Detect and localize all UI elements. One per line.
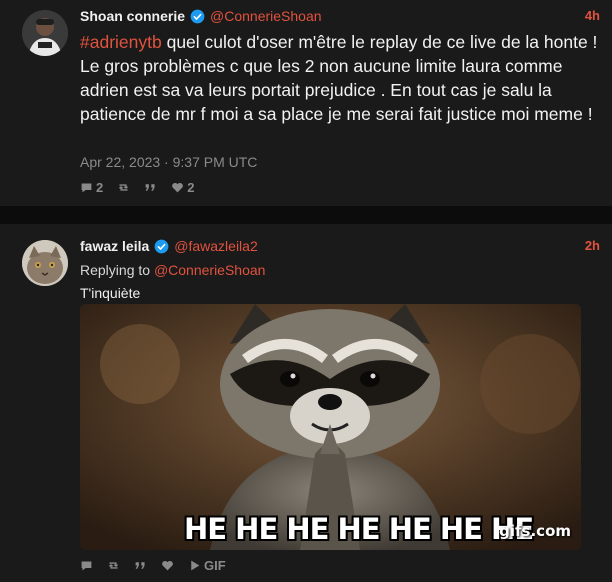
gif-label: GIF	[204, 558, 226, 573]
replying-label: Replying to	[80, 262, 151, 278]
tweet-text: T'inquiète	[80, 285, 141, 301]
gif-media[interactable]: HE HE HE HE HE HE HE gifs.com	[80, 304, 581, 550]
verified-badge-icon	[190, 9, 205, 23]
tweet-header: Shoan connerie @ConnerieShoan	[80, 8, 322, 24]
retweet-button[interactable]	[107, 559, 120, 572]
retweet-icon	[108, 562, 119, 569]
tweet-header: fawaz leila @fawazleila2	[80, 238, 258, 254]
tweet-1: Shoan connerie @ConnerieShoan 4h #adrien…	[0, 0, 612, 206]
author-handle[interactable]: @fawazleila2	[174, 238, 257, 254]
reply-button[interactable]: 2	[80, 180, 103, 195]
tweet-actions: 2 2	[80, 180, 194, 195]
tweet-body: #adrienytb quel culot d'oser m'être le r…	[80, 30, 600, 126]
avatar[interactable]	[22, 10, 68, 56]
quote-button[interactable]	[144, 181, 157, 194]
gif-caption: HE HE HE HE HE HE HE	[184, 512, 534, 546]
timeline-divider	[0, 206, 612, 224]
like-button[interactable]: 2	[171, 180, 194, 195]
replying-handle[interactable]: @ConnerieShoan	[154, 262, 266, 278]
gif-watermark: gifs.com	[499, 522, 571, 540]
retweet-button[interactable]	[117, 181, 130, 194]
hashtag-link[interactable]: #adrienytb	[80, 32, 162, 52]
replying-to: Replying to @ConnerieShoan	[80, 262, 265, 278]
tweet-actions: GIF	[80, 558, 226, 573]
tweet-time[interactable]: 2h	[585, 238, 600, 253]
comment-icon	[81, 561, 92, 571]
heart-icon	[162, 560, 173, 571]
quote-icon	[145, 184, 155, 191]
comment-icon	[81, 183, 92, 193]
tweet-date[interactable]: Apr 22, 2023 · 9:37 PM UTC	[80, 154, 257, 170]
play-icon	[191, 560, 200, 571]
verified-badge-icon	[154, 239, 169, 253]
tweet-time[interactable]: 4h	[585, 8, 600, 23]
like-count: 2	[187, 180, 195, 195]
author-name[interactable]: Shoan connerie	[80, 8, 185, 24]
like-button[interactable]	[161, 559, 174, 572]
reply-button[interactable]	[80, 559, 93, 572]
reply-count: 2	[96, 180, 104, 195]
avatar[interactable]	[22, 240, 68, 286]
gif-play-button[interactable]: GIF	[188, 558, 226, 573]
heart-icon	[172, 182, 184, 193]
author-handle[interactable]: @ConnerieShoan	[210, 8, 322, 24]
quote-button[interactable]	[134, 559, 147, 572]
tweet-2: fawaz leila @fawazleila2 2h Replying to …	[0, 224, 612, 582]
author-name[interactable]: fawaz leila	[80, 238, 149, 254]
quote-icon	[135, 562, 145, 569]
retweet-icon	[119, 184, 129, 191]
